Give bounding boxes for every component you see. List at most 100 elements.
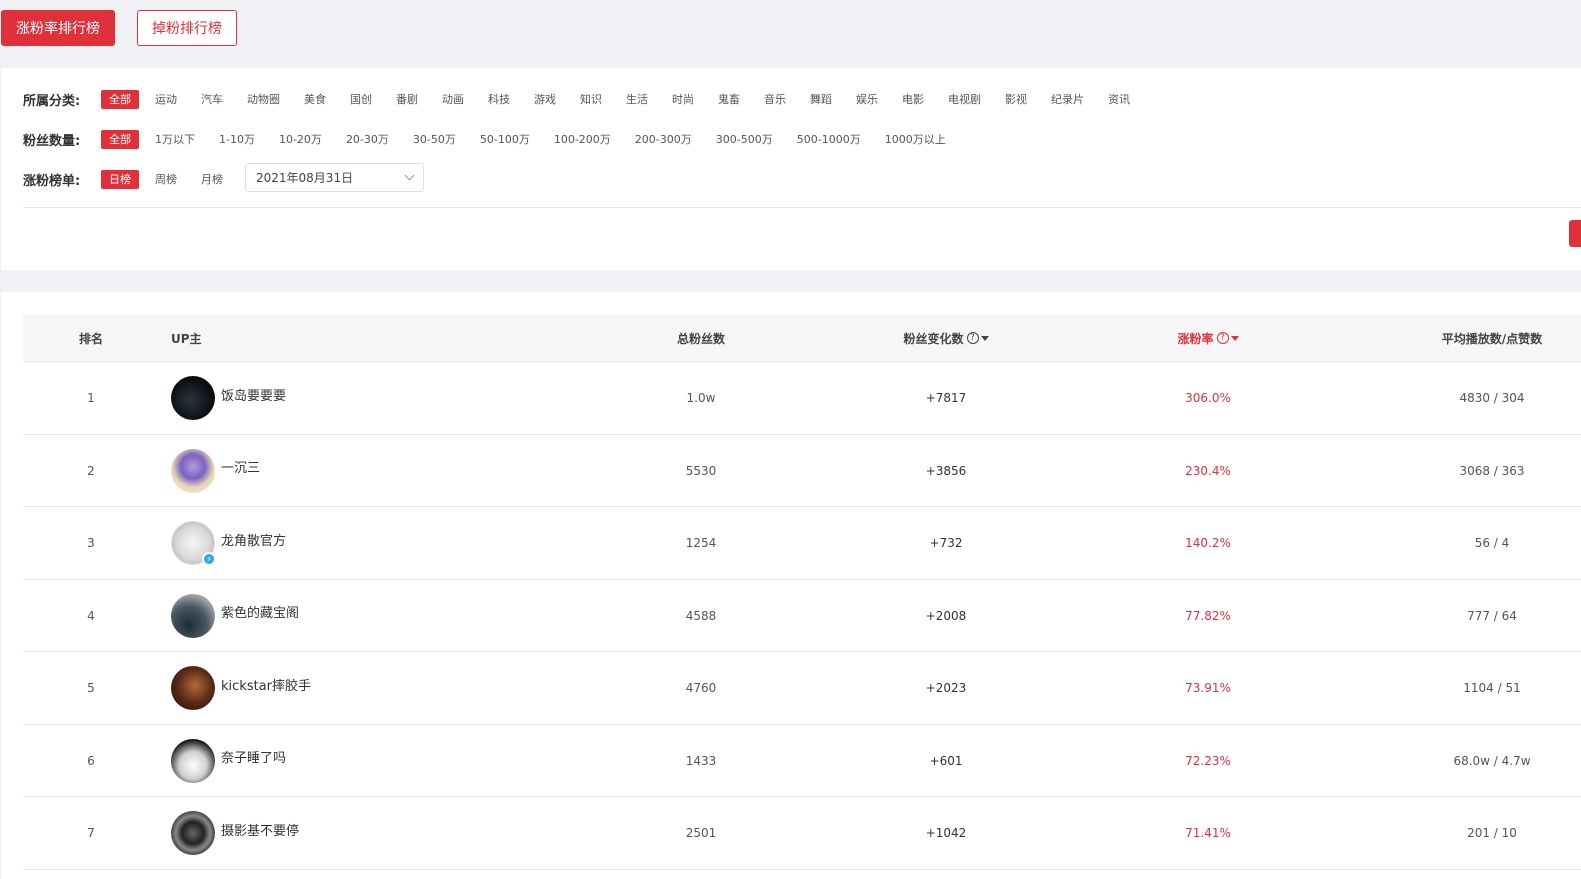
- table-row[interactable]: 7 摄影基不要停 2501 +1042 71.41% 201 / 10: [23, 797, 1581, 870]
- category-option[interactable]: 鬼畜: [710, 90, 748, 109]
- header-rate[interactable]: 涨粉率 ?: [1108, 314, 1308, 362]
- rank-cell: 7: [87, 826, 95, 840]
- up-name[interactable]: 摄影基不要停: [221, 820, 299, 839]
- change-cell: +2008: [925, 608, 967, 623]
- category-option[interactable]: 动物圈: [239, 90, 288, 109]
- ranking-table: 排名 UP主 总粉丝数 粉丝变化数 ? 涨粉率 ? 平均播放数/点赞数 1 饭岛要…: [1, 292, 1581, 879]
- avatar[interactable]: [171, 376, 215, 420]
- side-action-button[interactable]: [1569, 220, 1581, 247]
- change-cell: +3856: [925, 463, 967, 478]
- category-option[interactable]: 时尚: [664, 90, 702, 109]
- change-cell: +2023: [925, 681, 967, 695]
- avg-cell: 201 / 10: [1467, 826, 1517, 840]
- category-option[interactable]: 动画: [434, 90, 472, 109]
- board-filter: 涨粉榜单: 日榜 周榜 月榜: [23, 168, 239, 190]
- rate-cell: 71.41%: [1185, 826, 1231, 840]
- rate-cell: 140.2%: [1185, 536, 1231, 550]
- header-change[interactable]: 粉丝变化数 ?: [846, 314, 1046, 362]
- category-option[interactable]: 电视剧: [940, 90, 989, 109]
- fans-option[interactable]: 300-500万: [708, 130, 781, 149]
- fans-option[interactable]: 50-100万: [472, 130, 538, 149]
- category-option[interactable]: 全部: [101, 89, 139, 109]
- table-row[interactable]: 4 紫色的藏宝阁 4588 +2008 77.82% 777 / 64: [23, 580, 1581, 652]
- up-name[interactable]: 紫色的藏宝阁: [221, 602, 299, 621]
- board-option[interactable]: 月榜: [193, 170, 231, 189]
- category-option[interactable]: 影视: [997, 90, 1035, 109]
- category-option[interactable]: 知识: [572, 90, 610, 109]
- date-value: 2021年08月31日: [256, 171, 354, 185]
- help-icon[interactable]: ?: [1216, 332, 1229, 344]
- rate-cell: 306.0%: [1185, 391, 1231, 405]
- fans-option[interactable]: 30-50万: [405, 130, 464, 149]
- category-option[interactable]: 纪录片: [1043, 90, 1092, 109]
- fans-option[interactable]: 20-30万: [338, 130, 397, 149]
- rank-cell: 3: [87, 536, 95, 550]
- category-option[interactable]: 汽车: [193, 90, 231, 109]
- avatar[interactable]: [171, 448, 215, 493]
- fans-option[interactable]: 1万以下: [147, 130, 203, 149]
- avatar[interactable]: [171, 593, 215, 638]
- rate-cell: 73.91%: [1185, 681, 1231, 695]
- avatar[interactable]: [171, 811, 215, 855]
- fans-option[interactable]: 200-300万: [627, 130, 700, 149]
- category-option[interactable]: 娱乐: [848, 90, 886, 109]
- table-row[interactable]: 6 奈子睡了吗 1433 +601 72.23% 68.0w / 4.7w: [23, 725, 1581, 797]
- help-icon[interactable]: ?: [966, 332, 979, 344]
- rank-cell: 2: [87, 463, 95, 478]
- avg-cell: 56 / 4: [1474, 536, 1510, 550]
- header-rate-label: 涨粉率: [1177, 331, 1214, 346]
- board-option[interactable]: 日榜: [101, 169, 139, 189]
- avatar[interactable]: ⚡: [171, 521, 216, 566]
- category-option[interactable]: 国创: [342, 90, 380, 109]
- up-name[interactable]: 龙角散官方: [221, 530, 286, 549]
- category-option[interactable]: 运动: [147, 90, 185, 109]
- up-name[interactable]: kickstar摔胶手: [221, 675, 311, 694]
- tab-fan-loss[interactable]: 掉粉排行榜: [137, 10, 237, 46]
- avg-cell: 3068 / 363: [1459, 463, 1525, 478]
- tab-fan-growth-rate[interactable]: 涨粉率排行榜: [1, 10, 115, 46]
- fans-option[interactable]: 100-200万: [546, 130, 619, 149]
- category-option[interactable]: 游戏: [526, 90, 564, 109]
- table-header: 排名 UP主 总粉丝数 粉丝变化数 ? 涨粉率 ? 平均播放数/点赞数: [23, 314, 1581, 362]
- sort-down-icon[interactable]: [980, 335, 989, 341]
- avg-cell: 4830 / 304: [1459, 391, 1525, 405]
- table-row[interactable]: 2 一沉三 5530 +3856 230.4% 3068 / 363: [23, 435, 1581, 507]
- avatar[interactable]: [171, 666, 215, 710]
- category-option[interactable]: 生活: [618, 90, 656, 109]
- fans-option[interactable]: 500-1000万: [789, 130, 869, 149]
- table-row[interactable]: 5 kickstar摔胶手 4760 +2023 73.91% 1104 / 51: [23, 652, 1581, 725]
- sort-down-icon[interactable]: [1230, 335, 1239, 341]
- table-row[interactable]: 3 ⚡ 龙角散官方 1254 +732 140.2% 56 / 4: [23, 507, 1581, 580]
- fans-option[interactable]: 10-20万: [271, 130, 330, 149]
- up-cell: 紫色的藏宝阁: [171, 580, 591, 652]
- up-cell: ⚡ 龙角散官方: [171, 507, 591, 579]
- up-name[interactable]: 饭岛要要要: [221, 385, 286, 404]
- fans-option[interactable]: 全部: [101, 129, 139, 149]
- fans-option[interactable]: 1000万以上: [877, 130, 954, 149]
- up-cell: 摄影基不要停: [171, 797, 591, 869]
- category-option[interactable]: 音乐: [756, 90, 794, 109]
- header-fans: 总粉丝数: [601, 314, 801, 362]
- category-option[interactable]: 舞蹈: [802, 90, 840, 109]
- table-row[interactable]: 1 饭岛要要要 1.0w +7817 306.0% 4830 / 304: [23, 362, 1581, 435]
- chevron-down-icon: [404, 170, 415, 181]
- table-body: 1 饭岛要要要 1.0w +7817 306.0% 4830 / 304 2 一沉三 5530 +…: [23, 362, 1581, 870]
- change-cell: +732: [929, 536, 963, 550]
- up-name[interactable]: 一沉三: [221, 457, 260, 476]
- fans-option[interactable]: 1-10万: [211, 130, 263, 149]
- category-filter: 所属分类: 全部 运动 汽车 动物圈 美食 国创 番剧 动画 科技 游戏 知识 生活 时尚 鬼畜 音乐 舞蹈娱…: [23, 88, 1146, 110]
- date-picker[interactable]: 2021年08月31日: [245, 163, 424, 192]
- category-option[interactable]: 资讯: [1100, 90, 1138, 109]
- avatar[interactable]: [171, 738, 215, 783]
- header-avg: 平均播放数/点赞数: [1392, 314, 1581, 362]
- fans-cell: 1433: [685, 753, 717, 768]
- category-option[interactable]: 科技: [480, 90, 518, 109]
- category-label: 所属分类:: [23, 93, 81, 109]
- category-option[interactable]: 电影: [894, 90, 932, 109]
- fans-cell: 1254: [685, 536, 717, 550]
- rate-cell: 230.4%: [1185, 463, 1231, 478]
- up-name[interactable]: 奈子睡了吗: [221, 747, 286, 766]
- board-option[interactable]: 周榜: [147, 170, 185, 189]
- category-option[interactable]: 美食: [296, 90, 334, 109]
- category-option[interactable]: 番剧: [388, 90, 426, 109]
